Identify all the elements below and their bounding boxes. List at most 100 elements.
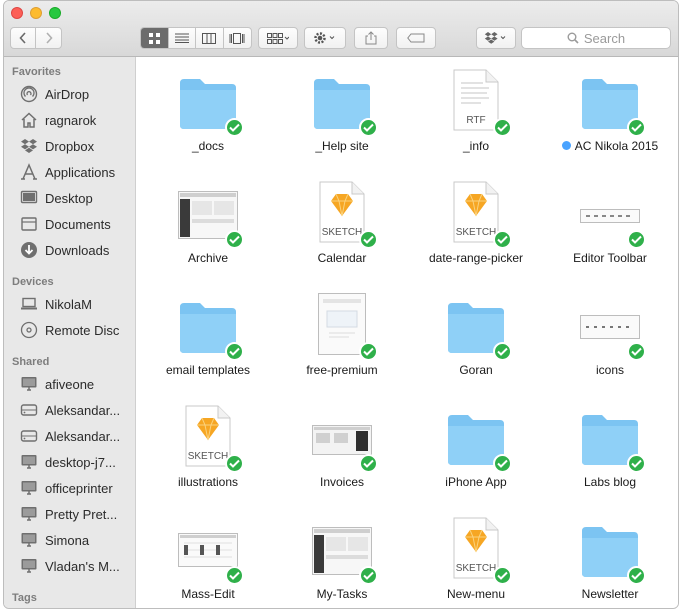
file-name: Mass-Edit: [181, 587, 235, 601]
sidebar-item-vladan-s-m[interactable]: Vladan's M...: [4, 553, 135, 579]
file-item[interactable]: SKETCH Calendar: [275, 173, 409, 283]
home-icon: [20, 111, 38, 129]
desktop-icon: [20, 189, 38, 207]
action-button[interactable]: [304, 27, 346, 49]
file-name: email templates: [165, 363, 251, 377]
file-item[interactable]: _docs: [141, 61, 275, 171]
sidebar-item-remote-disc[interactable]: Remote Disc: [4, 317, 135, 343]
folder-icon: [178, 293, 244, 361]
file-label: Calendar: [275, 251, 409, 265]
image-thumbnail-icon: [178, 181, 244, 249]
coverflow-view-icon: [229, 32, 245, 44]
sync-check-icon: [627, 454, 646, 473]
image-thumbnail-icon: [580, 293, 646, 361]
folder-icon: [580, 69, 646, 137]
sidebar-item-desktop-j7[interactable]: desktop-j7...: [4, 449, 135, 475]
image-thumbnail-icon: [312, 405, 378, 473]
file-name: Goran: [459, 363, 493, 377]
sidebar-item-officeprinter[interactable]: officeprinter: [4, 475, 135, 501]
sidebar-item-pretty-pret[interactable]: Pretty Pret...: [4, 501, 135, 527]
sidebar-item-label: Documents: [45, 216, 111, 232]
file-item[interactable]: Editor Toolbar: [543, 173, 677, 283]
file-item[interactable]: iPhone App: [409, 397, 543, 507]
edit-tags-button[interactable]: [396, 27, 436, 49]
sidebar-item-downloads[interactable]: Downloads: [4, 237, 135, 263]
sync-check-icon: [359, 454, 378, 473]
sidebar-item-dropbox[interactable]: Dropbox: [4, 133, 135, 159]
file-label: date-range-picker: [409, 251, 543, 265]
file-item[interactable]: icons: [543, 285, 677, 395]
file-item[interactable]: Archive: [141, 173, 275, 283]
sync-check-icon: [627, 342, 646, 361]
file-item[interactable]: Labs blog: [543, 397, 677, 507]
folder-icon: [178, 69, 244, 137]
back-button[interactable]: [11, 28, 37, 48]
search-field[interactable]: Search: [521, 27, 671, 49]
sidebar-item-label: Remote Disc: [45, 322, 120, 338]
sidebar-item-simona[interactable]: Simona: [4, 527, 135, 553]
file-item[interactable]: Newsletter: [543, 509, 677, 608]
documents-icon: [20, 215, 38, 233]
tag-dot-icon: [561, 141, 571, 150]
sync-check-icon: [627, 230, 646, 249]
sidebar-item-label: Aleksandar...: [45, 428, 121, 444]
sidebar-item-desktop[interactable]: Desktop: [4, 185, 135, 211]
sidebar-item-applications[interactable]: Applications: [4, 159, 135, 185]
sidebar-item-airdrop[interactable]: AirDrop: [4, 81, 135, 107]
column-view-button[interactable]: [196, 28, 224, 48]
file-item[interactable]: free-premium: [275, 285, 409, 395]
file-item[interactable]: Goran: [409, 285, 543, 395]
file-item[interactable]: SKETCH date-range-picker: [409, 173, 543, 283]
list-view-button[interactable]: [169, 28, 196, 48]
file-item[interactable]: My-Tasks: [275, 509, 409, 608]
sidebar-item-afiveone[interactable]: afiveone: [4, 371, 135, 397]
sync-check-icon: [359, 230, 378, 249]
arrange-button[interactable]: [258, 27, 298, 49]
sidebar-item-label: Vladan's M...: [45, 558, 120, 574]
sidebar-item-documents[interactable]: Documents: [4, 211, 135, 237]
forward-button[interactable]: [36, 28, 61, 48]
share-button[interactable]: [354, 27, 388, 49]
sync-check-icon: [493, 566, 512, 585]
image-thumbnail-icon: [312, 517, 378, 585]
sidebar-heading-favorites: Favorites: [12, 66, 61, 78]
icon-view-button[interactable]: [141, 28, 169, 48]
folder-icon: [446, 405, 512, 473]
file-item[interactable]: AC Nikola 2015: [543, 61, 677, 171]
file-label: _docs: [141, 139, 275, 153]
svg-text:SKETCH: SKETCH: [456, 227, 497, 238]
file-label: AC Nikola 2015: [543, 139, 677, 153]
dropbox-icon: [20, 137, 38, 155]
file-item[interactable]: _Help site: [275, 61, 409, 171]
monitor-icon: [20, 375, 38, 393]
sidebar-item-aleksandar[interactable]: Aleksandar...: [4, 423, 135, 449]
finder-window: Search Favorites AirDrop ragnarok Dropbox A…: [3, 0, 679, 609]
file-name: AC Nikola 2015: [574, 139, 659, 153]
file-name: free-premium: [306, 363, 378, 377]
sketch-file-icon: SKETCH: [446, 517, 512, 585]
icon-view-icon: [148, 32, 160, 44]
file-item[interactable]: Mass-Edit: [141, 509, 275, 608]
sidebar-item-aleksandar[interactable]: Aleksandar...: [4, 397, 135, 423]
file-item[interactable]: Invoices: [275, 397, 409, 507]
sync-check-icon: [359, 566, 378, 585]
file-item[interactable]: email templates: [141, 285, 275, 395]
svg-text:SKETCH: SKETCH: [188, 451, 229, 462]
sidebar-item-ragnarok[interactable]: ragnarok: [4, 107, 135, 133]
sidebar: Favorites AirDrop ragnarok Dropbox Applicat…: [4, 57, 136, 608]
file-item[interactable]: RTF _info: [409, 61, 543, 171]
minimize-window-button[interactable]: [30, 7, 42, 19]
file-item[interactable]: SKETCH illustrations: [141, 397, 275, 507]
file-name: Invoices: [319, 475, 365, 489]
file-label: Mass-Edit: [141, 587, 275, 601]
zoom-window-button[interactable]: [49, 7, 61, 19]
sidebar-item-label: Pretty Pret...: [45, 506, 118, 522]
dropbox-menu-button[interactable]: [476, 27, 516, 49]
close-window-button[interactable]: [11, 7, 23, 19]
file-name: iPhone App: [445, 475, 507, 489]
coverflow-view-button[interactable]: [224, 28, 251, 48]
search-icon: [567, 32, 579, 44]
file-item[interactable]: SKETCH New-menu: [409, 509, 543, 608]
folder-icon: [580, 405, 646, 473]
sidebar-item-nikolam[interactable]: NikolaM: [4, 291, 135, 317]
